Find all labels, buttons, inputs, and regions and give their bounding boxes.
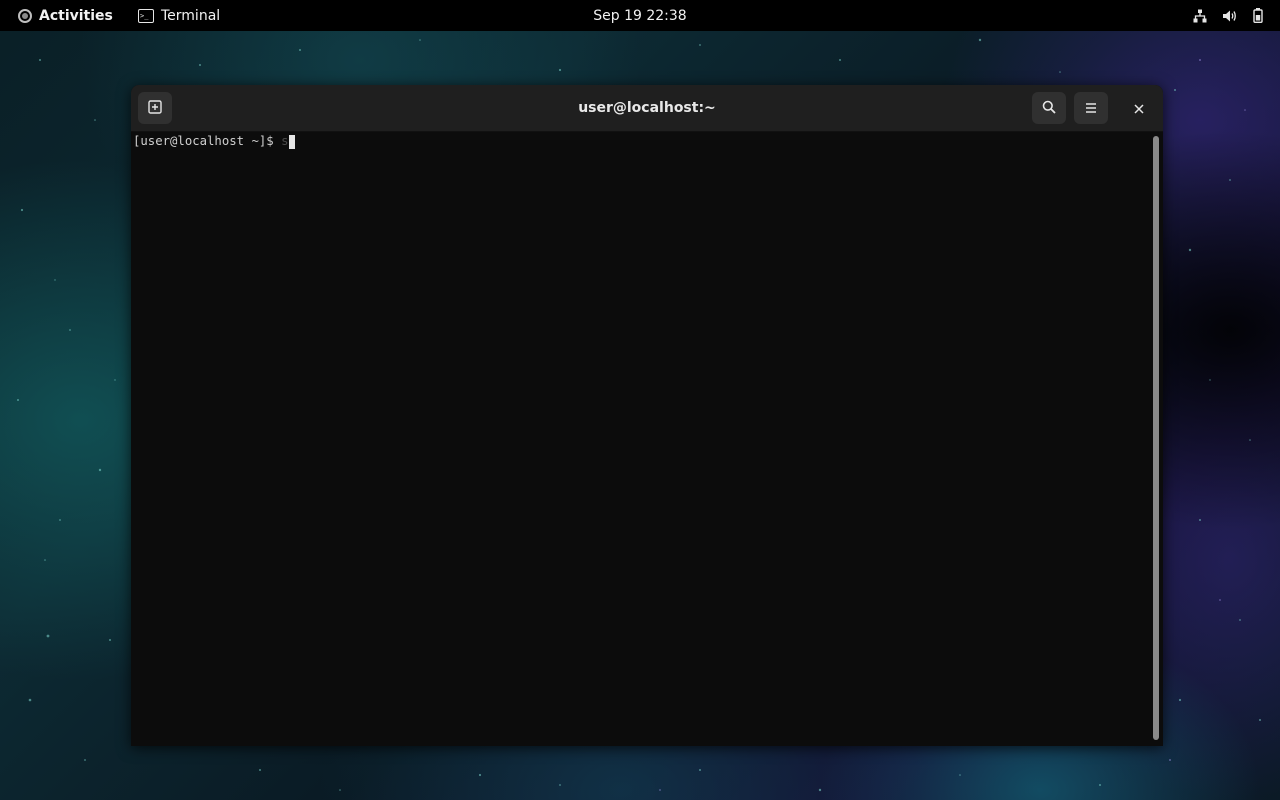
activities-button[interactable]: Activities — [12, 0, 119, 31]
search-button[interactable] — [1032, 92, 1066, 124]
terminal-window: user@localhost:~ [user@localhost ~]$ s — [131, 85, 1163, 746]
close-icon — [1134, 99, 1144, 118]
text-cursor — [289, 134, 296, 149]
new-tab-icon — [148, 99, 162, 118]
window-title: user@localhost:~ — [578, 100, 716, 116]
terminal-prompt-line: [user@localhost ~]$ s — [133, 134, 296, 149]
activities-logo-icon — [18, 8, 32, 23]
main-menu-button[interactable] — [1074, 92, 1108, 124]
scrollbar-thumb[interactable] — [1153, 136, 1159, 740]
new-tab-button[interactable] — [138, 92, 172, 124]
system-tray[interactable] — [1179, 0, 1266, 31]
terminal-scrollbar[interactable] — [1149, 132, 1163, 746]
top-bar: Activities >_ Terminal Sep 19 22:38 — [0, 0, 1280, 31]
window-headerbar[interactable]: user@localhost:~ — [131, 85, 1163, 132]
shell-prompt: [user@localhost ~]$ — [133, 134, 282, 148]
terminal-app-icon: >_ — [138, 8, 154, 23]
activities-label: Activities — [39, 7, 113, 24]
network-icon[interactable] — [1192, 8, 1208, 24]
app-menu-terminal[interactable]: >_ Terminal — [132, 0, 226, 31]
search-icon — [1042, 99, 1056, 118]
hamburger-menu-icon — [1085, 99, 1097, 118]
volume-icon[interactable] — [1221, 8, 1237, 24]
battery-icon[interactable] — [1250, 8, 1266, 24]
close-window-button[interactable] — [1122, 92, 1156, 124]
desktop-background: Activities >_ Terminal Sep 19 22:38 user… — [0, 0, 1280, 800]
terminal-output-area[interactable]: [user@localhost ~]$ s — [131, 132, 1149, 746]
app-menu-label: Terminal — [161, 7, 221, 24]
clock-datetime[interactable]: Sep 19 22:38 — [560, 0, 720, 31]
ghost-text: s — [281, 134, 289, 148]
